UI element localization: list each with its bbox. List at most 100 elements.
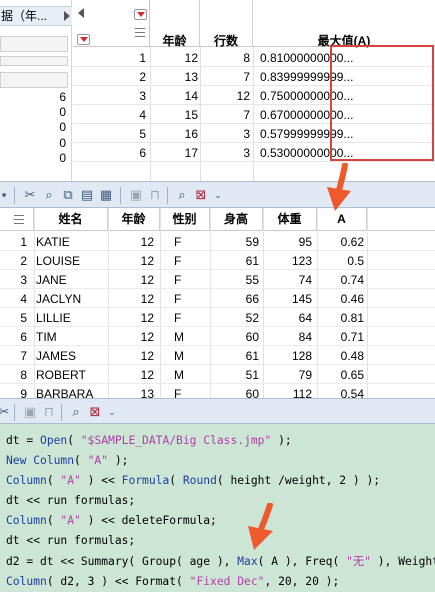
row-index: 1 — [20, 235, 27, 249]
cut-icon[interactable]: ✂ — [0, 404, 12, 420]
cell-count: 12 — [236, 89, 250, 103]
cell-name: JACLYN — [36, 292, 82, 306]
lock-icon[interactable]: ⊓ — [147, 187, 163, 203]
red-triangle-menu-icon[interactable] — [134, 9, 147, 20]
cut-icon[interactable]: ✂ — [22, 187, 38, 203]
formula-icon[interactable]: ▣ — [128, 187, 144, 203]
summary-header: 年龄 行数 最大值(A) — [73, 0, 435, 48]
header-age[interactable]: 年龄 — [150, 0, 200, 48]
cell-height: 61 — [245, 349, 259, 363]
header-sex[interactable]: 性别 — [160, 208, 210, 231]
copy-icon[interactable]: ⧉ — [60, 187, 76, 203]
header-height[interactable]: 身高 — [210, 208, 263, 231]
code-line[interactable]: dt << run formulas; — [6, 491, 435, 511]
cell-age: 15 — [184, 108, 198, 122]
cell-sex: F — [174, 311, 182, 325]
table-row[interactable]: 2 LOUISE 12 F 61 123 0.5 — [0, 251, 435, 270]
toolbar-overflow-icon[interactable]: ⌄ — [104, 404, 120, 420]
table-row[interactable]: 6 TIM 12 M 60 84 0.71 — [0, 327, 435, 346]
code-token: Max — [237, 554, 258, 568]
code-token: "A" — [87, 454, 109, 468]
count-value: 6 — [59, 90, 66, 104]
header-a[interactable]: A — [317, 208, 367, 231]
code-line[interactable]: Column( "A" ) << deleteFormula; — [6, 511, 435, 531]
find-icon[interactable]: ⌕ — [68, 404, 84, 420]
code-line[interactable]: Column( "A" ) << Formula( Round( height … — [6, 471, 435, 491]
header-weight[interactable]: 体重 — [263, 208, 317, 231]
search-icon[interactable]: ⌕ — [41, 187, 57, 203]
code-token: "A" — [60, 474, 81, 488]
header-count[interactable]: 行数 — [200, 0, 253, 48]
cell-height: 60 — [245, 330, 259, 344]
code-token: ( — [67, 434, 81, 447]
row-index: 8 — [20, 368, 27, 382]
script-editor: ✂ ▣ ⊓ ⌕ ⊠ ⌄ dt = Open( "$SAMPLE_DATA/Big… — [0, 398, 435, 592]
table-row[interactable]: 5 LILLIE 12 F 52 64 0.81 — [0, 308, 435, 327]
summary-left-panel: 据（年... 6 0 0 0 0 — [0, 0, 72, 181]
code-token: "Fixed Dec" — [189, 574, 265, 588]
filter-icon[interactable]: ⊠ — [193, 187, 209, 203]
cell-weight: 145 — [291, 292, 312, 306]
row-index: 2 — [139, 70, 146, 84]
code-line[interactable]: d2 = dt << Summary( Group( age ), Max( A… — [6, 552, 435, 572]
code-line[interactable]: New Column( "A" ); — [6, 451, 435, 471]
cell-name: ROBERT — [36, 368, 86, 382]
cell-a: 0.5 — [347, 254, 364, 268]
cell-name: JANE — [36, 273, 67, 287]
column-lines-icon — [135, 28, 145, 37]
cell-age: 17 — [184, 146, 198, 160]
table-corner — [73, 0, 150, 47]
red-triangle-menu-icon[interactable] — [77, 34, 90, 45]
row-index: 5 — [20, 311, 27, 325]
table-row[interactable]: 9 BARBARA 13 F 60 112 0.54 — [0, 384, 435, 398]
code-token: , 20, 20 ); — [264, 574, 340, 588]
table-row[interactable]: 1 KATIE 12 F 59 95 0.62 — [0, 232, 435, 251]
filter-icon[interactable]: ⊠ — [87, 404, 103, 420]
toolbar-overflow-icon[interactable]: ⌄ — [210, 187, 226, 203]
toolbar-separator — [61, 404, 62, 421]
collapse-icon[interactable] — [78, 8, 84, 18]
code-token: dt << run formulas; — [6, 494, 136, 508]
code-token: Column — [6, 514, 47, 528]
formula-icon[interactable]: ▣ — [22, 404, 38, 420]
cell-a: 0.81 — [340, 311, 364, 325]
row-index: 4 — [20, 292, 27, 306]
code-token: dt << run formulas; — [6, 534, 136, 548]
summary-table: 年龄 行数 最大值(A) 1 12 8 0.81000000000... 2 1… — [73, 0, 435, 181]
count-value: 0 — [59, 135, 66, 150]
code-line[interactable]: dt << run formulas; — [6, 531, 435, 551]
cell-age: 13 — [140, 387, 154, 398]
table-icon[interactable]: ▦ — [98, 187, 114, 203]
script-code[interactable]: dt = Open( "$SAMPLE_DATA/Big Class.jmp" … — [6, 431, 435, 592]
cell-sex: M — [174, 349, 184, 363]
code-token: "A" — [60, 514, 81, 528]
code-token: ); — [271, 434, 292, 447]
highlight-box — [330, 45, 434, 161]
row-index: 7 — [20, 349, 27, 363]
summary-window: 据（年... 6 0 0 0 0 年龄 行数 最大值(A) 1 12 8 0.8… — [0, 0, 435, 181]
code-token: ( d2, 3 ) << Format( — [46, 574, 190, 588]
table-row[interactable]: 4 JACLYN 12 F 66 145 0.46 — [0, 289, 435, 308]
expand-icon[interactable] — [64, 11, 70, 21]
find-icon[interactable]: ⌕ — [174, 187, 190, 203]
code-line[interactable]: dt = Open( "$SAMPLE_DATA/Big Class.jmp" … — [6, 431, 435, 451]
cell-sex: F — [174, 292, 182, 306]
paste-icon[interactable]: ▤ — [79, 187, 95, 203]
header-age[interactable]: 年龄 — [108, 208, 160, 231]
column-lines-icon — [14, 215, 24, 224]
row-index: 6 — [20, 330, 27, 344]
cell-sex: F — [174, 235, 182, 249]
header-max-a[interactable]: 最大值(A) — [253, 0, 435, 48]
cell-age: 14 — [184, 89, 198, 103]
code-token: ( height /weight, 2 ) ); — [216, 474, 381, 488]
code-line[interactable]: Column( d2, 3 ) << Format( "Fixed Dec", … — [6, 572, 435, 592]
header-name[interactable]: 姓名 — [34, 208, 108, 231]
row-index: 3 — [20, 273, 27, 287]
lock-icon[interactable]: ⊓ — [41, 404, 57, 420]
cell-name: KATIE — [36, 235, 70, 249]
save-icon[interactable]: ▪ — [0, 187, 12, 203]
table-row[interactable]: 3 JANE 12 F 55 74 0.74 — [0, 270, 435, 289]
table-row[interactable]: 8 ROBERT 12 M 51 79 0.65 — [0, 365, 435, 384]
source-tab[interactable]: 据（年... — [0, 6, 72, 26]
table-row[interactable]: 7 JAMES 12 M 61 128 0.48 — [0, 346, 435, 365]
